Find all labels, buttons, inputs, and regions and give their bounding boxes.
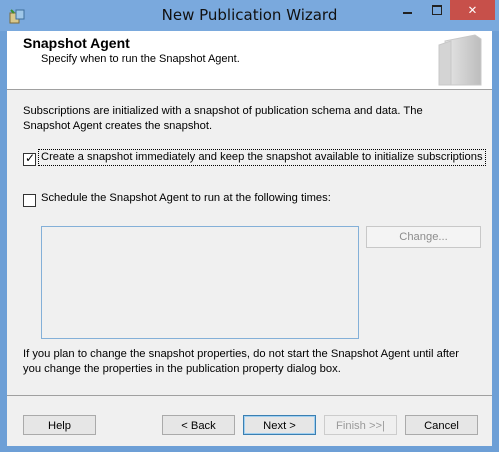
- close-icon: ✕: [467, 5, 478, 17]
- change-schedule-button: Change...: [366, 226, 481, 248]
- wizard-header-graphic-icon: [438, 34, 482, 86]
- close-button[interactable]: ✕: [450, 0, 495, 20]
- help-button[interactable]: Help: [23, 415, 96, 435]
- finish-button: Finish >>|: [324, 415, 397, 435]
- dialog-client-area: Snapshot Agent Specify when to run the S…: [7, 31, 492, 446]
- wizard-content: Subscriptions are initialized with a sna…: [7, 90, 492, 395]
- maximize-icon: [431, 5, 442, 15]
- title-bar[interactable]: New Publication Wizard ✕: [0, 0, 499, 31]
- wizard-footer: Help < Back Next > Finish >>| Cancel: [7, 395, 492, 446]
- create-snapshot-checkbox[interactable]: ✓: [23, 151, 36, 166]
- checkmark-icon: ✓: [25, 151, 36, 165]
- minimize-icon: [403, 12, 412, 14]
- wizard-window: New Publication Wizard ✕ Snapshot Agent …: [0, 0, 499, 452]
- page-subtitle: Specify when to run the Snapshot Agent.: [41, 53, 240, 65]
- minimize-button[interactable]: [394, 0, 421, 20]
- schedule-agent-checkbox[interactable]: [23, 194, 36, 207]
- create-snapshot-label[interactable]: Create a snapshot immediately and keep t…: [38, 149, 486, 166]
- note-text: If you plan to change the snapshot prope…: [23, 348, 459, 375]
- back-button[interactable]: < Back: [162, 415, 235, 435]
- description-text: Subscriptions are initialized with a sna…: [23, 105, 423, 132]
- maximize-button[interactable]: [423, 0, 450, 20]
- cancel-button[interactable]: Cancel: [405, 415, 478, 435]
- schedule-listbox: [41, 226, 359, 339]
- next-button[interactable]: Next >: [243, 415, 316, 435]
- wizard-header: Snapshot Agent Specify when to run the S…: [7, 31, 492, 90]
- page-title: Snapshot Agent: [23, 35, 130, 51]
- schedule-agent-label[interactable]: Schedule the Snapshot Agent to run at th…: [41, 191, 331, 206]
